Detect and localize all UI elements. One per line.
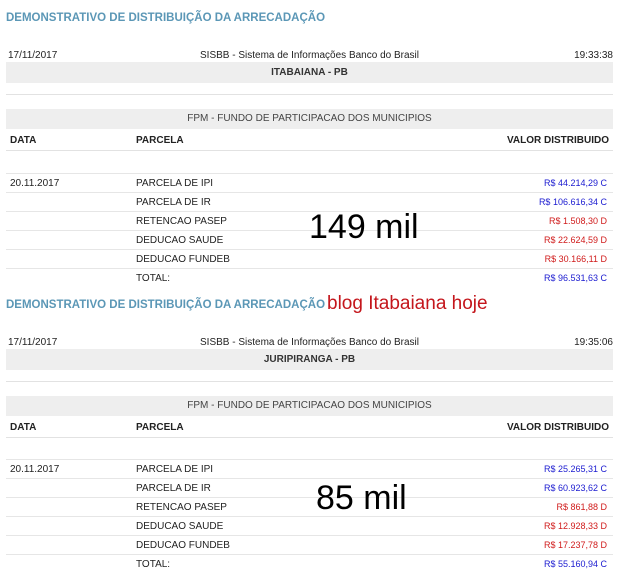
row-parcela: DEDUCAO FUNDEB: [136, 540, 230, 551]
divider: [6, 437, 613, 438]
municipality-band: JURIPIRANGA - PB: [6, 349, 613, 370]
fund-band: FPM - FUNDO DE PARTICIPACAO DOS MUNICIPI…: [6, 396, 613, 416]
report-time: 19:35:06: [574, 337, 613, 348]
row-parcela: DEDUCAO SAUDE: [136, 521, 224, 532]
table-row-total: TOTAL: R$ 96.531,63 C: [6, 268, 613, 287]
row-valor: R$ 1.508,30 D: [548, 216, 607, 226]
col-parcela: PARCELA: [136, 135, 184, 146]
report-title: DEMONSTRATIVO DE DISTRIBUIÇÃO DA ARRECAD…: [6, 299, 326, 311]
row-valor: R$ 17.237,78 D: [543, 540, 607, 550]
col-data: DATA: [10, 422, 37, 433]
table-row: RETENCAO PASEP R$ 861,88 D: [6, 497, 613, 516]
row-valor: R$ 55.160,94 C: [543, 559, 607, 569]
table-row: DEDUCAO FUNDEB R$ 30.166,11 D: [6, 249, 613, 268]
table-row: 20.11.2017 PARCELA DE IPI R$ 44.214,29 C: [6, 173, 613, 192]
row-valor: R$ 30.166,11 D: [544, 254, 607, 264]
report-time: 19:33:38: [574, 50, 613, 61]
row-parcela: DEDUCAO SAUDE: [136, 235, 224, 246]
table-row: DEDUCAO SAUDE R$ 12.928,33 D: [6, 516, 613, 535]
row-parcela: RETENCAO PASEP: [136, 216, 227, 227]
row-parcela: TOTAL:: [136, 273, 171, 284]
system-name: SISBB - Sistema de Informações Banco do …: [200, 337, 419, 348]
divider: [6, 381, 613, 382]
row-date: 20.11.2017: [10, 464, 60, 475]
row-valor: R$ 22.624,59 D: [543, 235, 607, 245]
overlay-amount: 149 mil: [309, 208, 419, 246]
row-parcela: PARCELA DE IPI: [136, 464, 214, 475]
row-valor: R$ 861,88 D: [556, 502, 607, 512]
row-valor: R$ 44.214,29 C: [543, 178, 607, 188]
row-valor: R$ 12.928,33 D: [543, 521, 607, 531]
row-valor: R$ 106.616,34 C: [538, 197, 607, 207]
report-title: DEMONSTRATIVO DE DISTRIBUIÇÃO DA ARRECAD…: [6, 12, 326, 24]
row-valor: R$ 25.265,31 C: [543, 464, 607, 474]
row-parcela: RETENCAO PASEP: [136, 502, 227, 513]
table-row: DEDUCAO FUNDEB R$ 17.237,78 D: [6, 535, 613, 554]
row-parcela: TOTAL:: [136, 559, 171, 570]
col-valor: VALOR DISTRIBUIDO: [506, 135, 609, 146]
row-valor: R$ 60.923,62 C: [543, 483, 607, 493]
row-parcela: PARCELA DE IPI: [136, 178, 214, 189]
system-name: SISBB - Sistema de Informações Banco do …: [200, 50, 419, 61]
table-row-total: TOTAL: R$ 55.160,94 C: [6, 554, 613, 573]
divider: [6, 150, 613, 151]
fund-band: FPM - FUNDO DE PARTICIPACAO DOS MUNICIPI…: [6, 109, 613, 129]
column-headers: DATA PARCELA VALOR DISTRIBUIDO: [6, 422, 613, 436]
blog-annotation: blog Itabaiana hoje: [327, 293, 488, 314]
divider: [6, 94, 613, 95]
row-parcela: PARCELA DE IR: [136, 197, 211, 208]
col-valor: VALOR DISTRIBUIDO: [506, 422, 609, 433]
column-headers: DATA PARCELA VALOR DISTRIBUIDO: [6, 135, 613, 149]
table-row: 20.11.2017 PARCELA DE IPI R$ 25.265,31 C: [6, 459, 613, 478]
row-valor: R$ 96.531,63 C: [543, 273, 607, 283]
row-parcela: DEDUCAO FUNDEB: [136, 254, 230, 265]
col-parcela: PARCELA: [136, 422, 184, 433]
row-date: 20.11.2017: [10, 178, 60, 189]
overlay-amount: 85 mil: [316, 479, 407, 517]
table-row: PARCELA DE IR R$ 60.923,62 C: [6, 478, 613, 497]
col-data: DATA: [10, 135, 37, 146]
row-parcela: PARCELA DE IR: [136, 483, 211, 494]
municipality-band: ITABAIANA - PB: [6, 62, 613, 83]
